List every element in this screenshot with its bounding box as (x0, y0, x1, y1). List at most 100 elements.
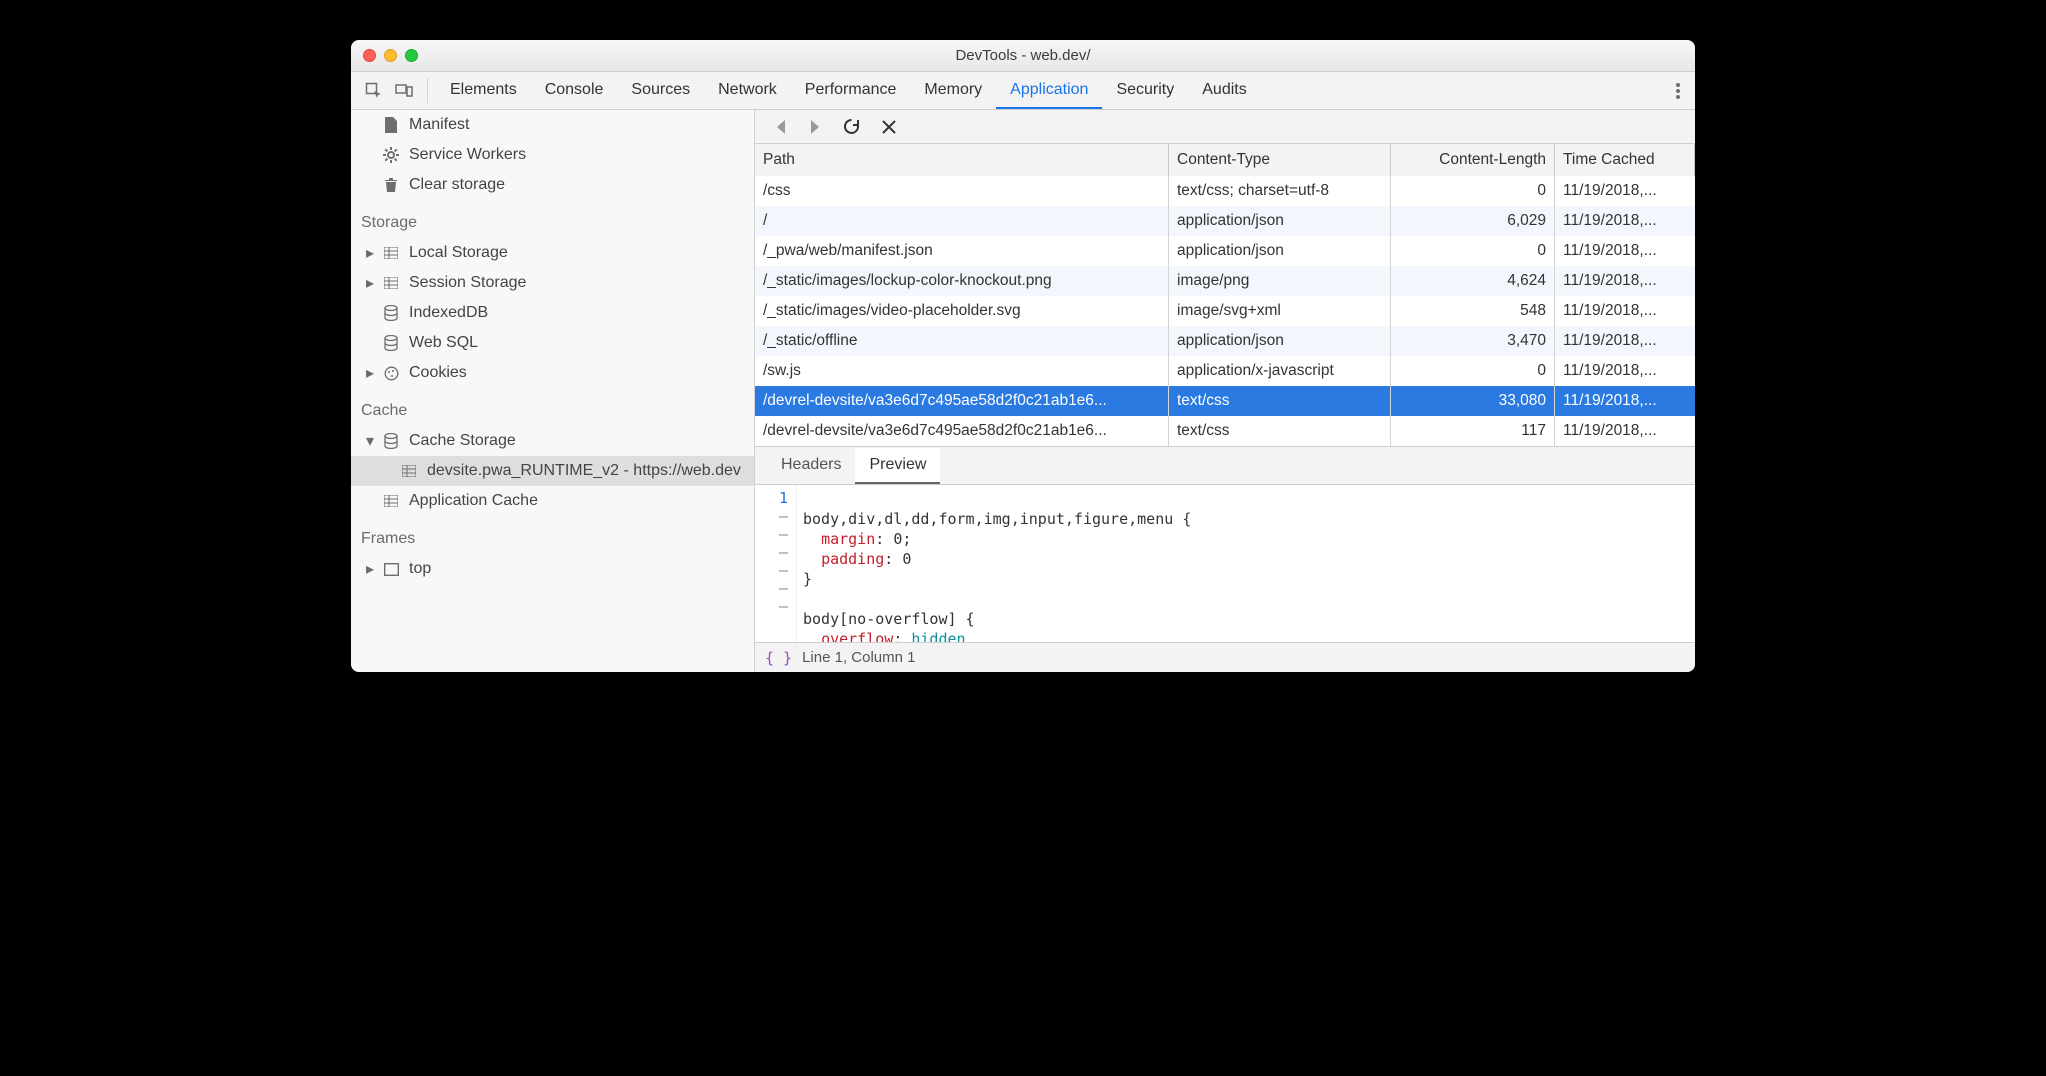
sidebar-local-storage[interactable]: ▸ Local Storage (351, 238, 754, 268)
col-time-cached[interactable]: Time Cached (1555, 144, 1695, 176)
cell-tc: 11/19/2018,... (1555, 206, 1695, 236)
nav-back-icon[interactable] (775, 120, 787, 134)
detail-tab-headers[interactable]: Headers (767, 448, 855, 484)
table-row[interactable]: /_static/images/video-placeholder.svgima… (755, 296, 1695, 326)
format-icon[interactable]: { } (765, 649, 792, 667)
cell-cl: 0 (1391, 176, 1555, 206)
cell-tc: 11/19/2018,... (1555, 296, 1695, 326)
cell-path: /devrel-devsite/va3e6d7c495ae58d2f0c21ab… (755, 386, 1169, 416)
sidebar-session-storage[interactable]: ▸ Session Storage (351, 268, 754, 298)
table-row[interactable]: /_static/images/lockup-color-knockout.pn… (755, 266, 1695, 296)
table-row[interactable]: /_static/offlineapplication/json3,47011/… (755, 326, 1695, 356)
cell-cl: 33,080 (1391, 386, 1555, 416)
col-path[interactable]: Path (755, 144, 1169, 176)
table-row[interactable]: /devrel-devsite/va3e6d7c495ae58d2f0c21ab… (755, 416, 1695, 446)
trash-icon (381, 177, 401, 193)
cell-ct: application/json (1169, 236, 1391, 266)
tab-application[interactable]: Application (996, 72, 1102, 109)
cell-tc: 11/19/2018,... (1555, 356, 1695, 386)
document-icon (381, 117, 401, 133)
table-row[interactable]: /application/json6,02911/19/2018,... (755, 206, 1695, 236)
tab-audits[interactable]: Audits (1188, 72, 1260, 109)
sidebar-cache-storage[interactable]: ▾ Cache Storage (351, 426, 754, 456)
collapse-arrow-icon: ▾ (363, 431, 377, 451)
cell-path: /_static/offline (755, 326, 1169, 356)
cell-path: /_static/images/lockup-color-knockout.pn… (755, 266, 1169, 296)
sidebar-clear-storage[interactable]: Clear storage (351, 170, 754, 200)
cell-tc: 11/19/2018,... (1555, 266, 1695, 296)
sidebar-item-label: top (409, 560, 431, 578)
more-options-icon[interactable] (1661, 72, 1695, 109)
table-row[interactable]: /sw.jsapplication/x-javascript011/19/201… (755, 356, 1695, 386)
cell-path: /_static/images/video-placeholder.svg (755, 296, 1169, 326)
preview-statusbar: { } Line 1, Column 1 (755, 642, 1695, 672)
sidebar-cookies[interactable]: ▸ Cookies (351, 358, 754, 388)
frame-icon (381, 563, 401, 576)
sidebar-websql[interactable]: Web SQL (351, 328, 754, 358)
device-toggle-icon[interactable] (389, 72, 419, 109)
tab-memory[interactable]: Memory (910, 72, 996, 109)
expand-arrow-icon: ▸ (363, 559, 377, 579)
sidebar-service-workers[interactable]: Service Workers (351, 140, 754, 170)
detail-tab-preview[interactable]: Preview (855, 448, 940, 484)
window-title: DevTools - web.dev/ (351, 47, 1695, 64)
table-row[interactable]: /_pwa/web/manifest.jsonapplication/json0… (755, 236, 1695, 266)
cell-path: /sw.js (755, 356, 1169, 386)
sidebar-item-label: devsite.pwa_RUNTIME_v2 - https://web.dev (427, 462, 741, 480)
cache-toolbar (755, 110, 1695, 144)
devtools-window: DevTools - web.dev/ Elements Console Sou… (351, 40, 1695, 672)
sidebar-item-label: Clear storage (409, 176, 505, 194)
cache-detail-pane: Path Content-Type Content-Length Time Ca… (755, 110, 1695, 672)
col-content-length[interactable]: Content-Length (1391, 144, 1555, 176)
expand-arrow-icon: ▸ (363, 363, 377, 383)
sidebar-application-cache[interactable]: Application Cache (351, 486, 754, 516)
refresh-icon[interactable] (843, 118, 860, 135)
tab-network[interactable]: Network (704, 72, 791, 109)
sidebar-frame-top[interactable]: ▸ top (351, 554, 754, 584)
cell-cl: 6,029 (1391, 206, 1555, 236)
sidebar-item-label: Application Cache (409, 492, 538, 510)
sidebar-section-storage: Storage (351, 200, 754, 238)
sidebar-manifest[interactable]: Manifest (351, 110, 754, 140)
cell-ct: text/css (1169, 386, 1391, 416)
sidebar-item-label: IndexedDB (409, 304, 488, 322)
database-icon (381, 335, 401, 351)
sidebar-cache-entry[interactable]: devsite.pwa_RUNTIME_v2 - https://web.dev (351, 456, 754, 486)
tab-elements[interactable]: Elements (436, 72, 531, 109)
cookie-icon (381, 366, 401, 381)
cell-ct: text/css; charset=utf-8 (1169, 176, 1391, 206)
table-header-row: Path Content-Type Content-Length Time Ca… (755, 144, 1695, 176)
cell-cl: 3,470 (1391, 326, 1555, 356)
tab-console[interactable]: Console (531, 72, 618, 109)
cell-cl: 4,624 (1391, 266, 1555, 296)
sidebar-section-frames: Frames (351, 516, 754, 554)
line-gutter: 1 – – – – – – (755, 485, 797, 642)
cell-path: /devrel-devsite/va3e6d7c495ae58d2f0c21ab… (755, 416, 1169, 446)
col-content-type[interactable]: Content-Type (1169, 144, 1391, 176)
sidebar-item-label: Service Workers (409, 146, 526, 164)
cell-tc: 11/19/2018,... (1555, 326, 1695, 356)
delete-entry-icon[interactable] (882, 120, 896, 134)
cell-cl: 117 (1391, 416, 1555, 446)
tab-sources[interactable]: Sources (617, 72, 704, 109)
sidebar-indexeddb[interactable]: IndexedDB (351, 298, 754, 328)
cell-cl: 0 (1391, 356, 1555, 386)
preview-code[interactable]: body,div,dl,dd,form,img,input,figure,men… (797, 485, 1191, 642)
devtools-tabbar: Elements Console Sources Network Perform… (351, 72, 1695, 110)
response-detail-tabs: Headers Preview (755, 447, 1695, 485)
table-row[interactable]: /csstext/css; charset=utf-8011/19/2018,.… (755, 176, 1695, 206)
nav-forward-icon[interactable] (809, 120, 821, 134)
cache-entries-table: Path Content-Type Content-Length Time Ca… (755, 144, 1695, 447)
cell-cl: 0 (1391, 236, 1555, 266)
cell-tc: 11/19/2018,... (1555, 416, 1695, 446)
sidebar-item-label: Cookies (409, 364, 467, 382)
sidebar-section-cache: Cache (351, 388, 754, 426)
panel-body: Manifest Service Workers Clear storage S… (351, 110, 1695, 672)
cell-ct: image/svg+xml (1169, 296, 1391, 326)
tab-performance[interactable]: Performance (791, 72, 911, 109)
grid-icon (381, 495, 401, 507)
cell-cl: 548 (1391, 296, 1555, 326)
tab-security[interactable]: Security (1102, 72, 1188, 109)
table-row[interactable]: /devrel-devsite/va3e6d7c495ae58d2f0c21ab… (755, 386, 1695, 416)
inspect-element-icon[interactable] (359, 72, 389, 109)
